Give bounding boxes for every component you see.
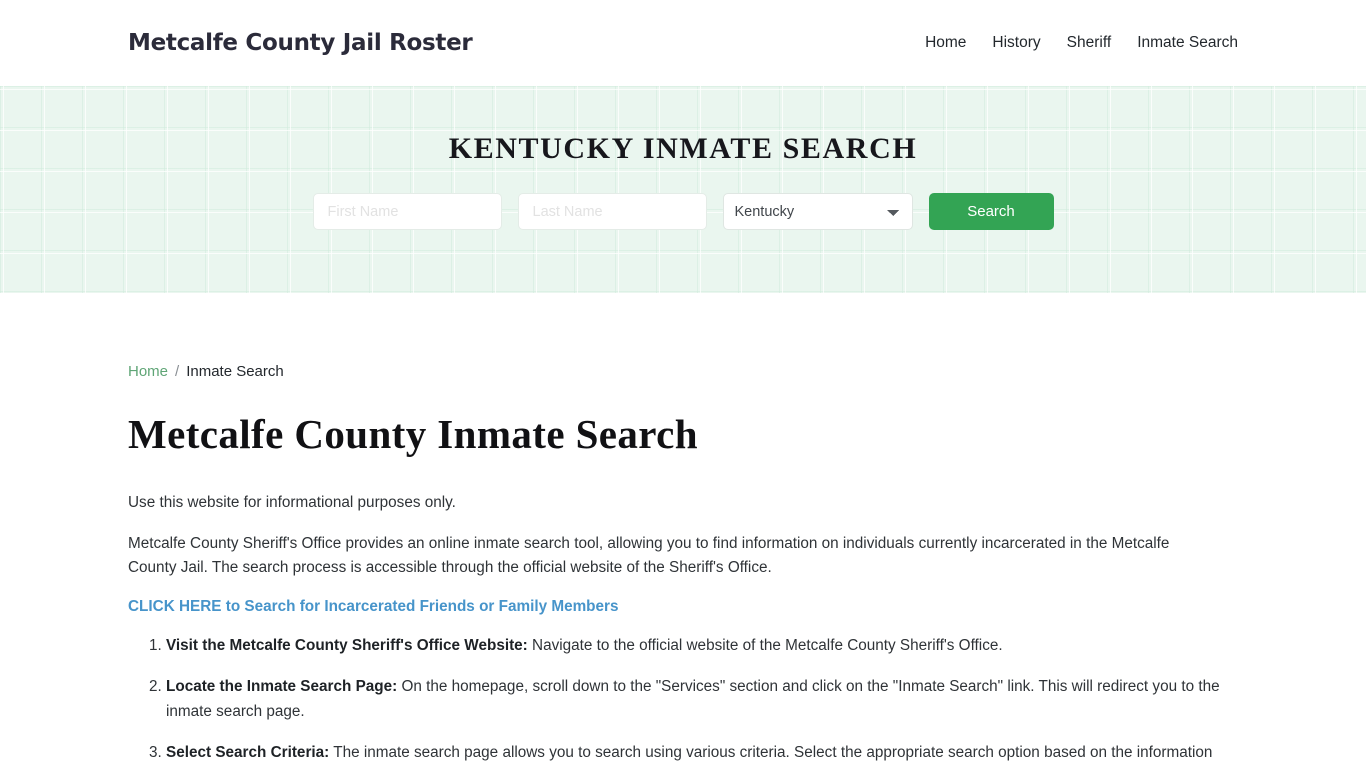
step-label: Locate the Inmate Search Page:	[166, 678, 398, 696]
search-button[interactable]: Search	[928, 193, 1054, 230]
step-text: The inmate search page allows you to sea…	[329, 744, 1213, 762]
state-select[interactable]: Kentucky	[722, 193, 913, 230]
breadcrumb-link-home[interactable]: Home	[128, 363, 168, 380]
site-logo[interactable]: Metcalfe County Jail Roster	[128, 30, 473, 56]
breadcrumb-current: Inmate Search	[186, 363, 284, 380]
page-title: Metcalfe County Inmate Search	[128, 411, 698, 457]
description-paragraph: Metcalfe County Sheriff's Office provide…	[128, 534, 1170, 577]
breadcrumb-separator: /	[175, 363, 180, 380]
main-content: Home / Inmate Search Metcalfe County Inm…	[0, 363, 1366, 766]
step-text: Navigate to the official website of the …	[527, 636, 1003, 654]
site-header: Metcalfe County Jail Roster Home History…	[0, 0, 1366, 86]
steps-list: Visit the Metcalfe County Sheriff's Offi…	[128, 634, 1233, 766]
first-name-input[interactable]	[312, 193, 502, 230]
nav-link-inmate-search[interactable]: Inmate Search	[1137, 34, 1238, 52]
main-navigation: Home History Sheriff Inmate Search	[925, 34, 1238, 52]
last-name-input[interactable]	[517, 193, 707, 230]
step-label: Visit the Metcalfe County Sheriff's Offi…	[166, 636, 528, 654]
inmate-search-form: Kentucky Search	[312, 193, 1054, 230]
list-item: Visit the Metcalfe County Sheriff's Offi…	[166, 634, 1233, 659]
list-item: Select Search Criteria: The inmate searc…	[166, 741, 1233, 766]
nav-link-home[interactable]: Home	[925, 34, 966, 52]
hero-search-section: KENTUCKY INMATE SEARCH Kentucky Search	[0, 86, 1366, 293]
hero-title: KENTUCKY INMATE SEARCH	[448, 132, 918, 165]
list-item: Locate the Inmate Search Page: On the ho…	[166, 675, 1233, 724]
step-label: Select Search Criteria:	[166, 744, 330, 762]
nav-link-sheriff[interactable]: Sheriff	[1067, 34, 1112, 52]
intro-paragraph: Use this website for informational purpo…	[128, 494, 456, 512]
nav-link-history[interactable]: History	[992, 34, 1040, 52]
cta-search-link[interactable]: CLICK HERE to Search for Incarcerated Fr…	[128, 598, 619, 616]
breadcrumb: Home / Inmate Search	[128, 363, 1238, 380]
